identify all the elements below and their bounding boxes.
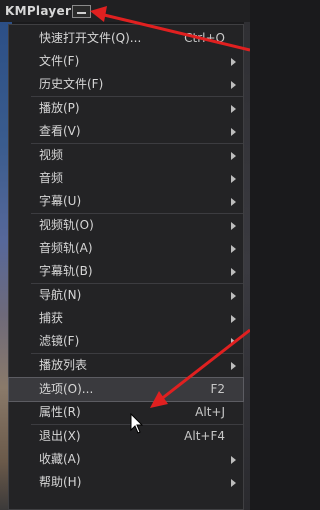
menu-item-label: 视频: [39, 148, 64, 162]
menu-item[interactable]: 视频轨(O): [9, 214, 243, 237]
submenu-arrow-icon: [231, 268, 236, 276]
menu-item-label: 播放(P): [39, 101, 80, 115]
menu-item-label: 音频: [39, 171, 64, 185]
menu-item[interactable]: 选项(O)... F2: [8, 377, 244, 402]
submenu-arrow-icon: [231, 362, 236, 370]
title-bar: KMPlayer: [0, 0, 250, 22]
menu-item-label: 音频轨(A): [39, 241, 93, 255]
video-background-right: [244, 22, 250, 510]
submenu-arrow-icon: [231, 456, 236, 464]
submenu-arrow-icon: [231, 292, 236, 300]
menu-item-label: 快速打开文件(Q)...: [39, 31, 142, 45]
menu-item[interactable]: 收藏(A): [9, 448, 243, 471]
menu-item-label: 选项(O)...: [39, 382, 94, 396]
menu-item[interactable]: 文件(F): [9, 50, 243, 73]
mouse-cursor-icon: [130, 413, 144, 434]
menu-item[interactable]: 播放(P): [9, 97, 243, 120]
menu-item-label: 收藏(A): [39, 452, 81, 466]
menu-item[interactable]: 字幕轨(B): [9, 260, 243, 283]
menu-item[interactable]: 快速打开文件(Q)... Ctrl+O: [9, 27, 243, 50]
menu-item-label: 播放列表: [39, 358, 88, 372]
menu-item-label: 捕获: [39, 311, 64, 325]
submenu-arrow-icon: [231, 245, 236, 253]
menu-item-label: 查看(V): [39, 124, 81, 138]
menu-item[interactable]: 字幕(U): [9, 190, 243, 213]
menu-item[interactable]: 滤镜(F): [9, 330, 243, 353]
menu-item[interactable]: 导航(N): [9, 284, 243, 307]
menu-item-label: 视频轨(O): [39, 218, 94, 232]
menu-item-label: 导航(N): [39, 288, 82, 302]
menu-item-label: 文件(F): [39, 54, 80, 68]
menu-button[interactable]: [72, 5, 91, 18]
menu-item[interactable]: 帮助(H): [9, 471, 243, 494]
menu-item-label: 滤镜(F): [39, 334, 80, 348]
menu-item[interactable]: 查看(V): [9, 120, 243, 143]
menu-item-label: 属性(R): [39, 405, 81, 419]
context-menu: 快速打开文件(Q)... Ctrl+O 文件(F) 历史文件(F) 播放(P) 查看(V)…: [8, 24, 244, 510]
menu-item[interactable]: 退出(X) Alt+F4: [9, 425, 243, 448]
menu-item-label: 退出(X): [39, 429, 81, 443]
submenu-arrow-icon: [231, 338, 236, 346]
submenu-arrow-icon: [231, 479, 236, 487]
menu-item[interactable]: 属性(R) Alt+J: [9, 401, 243, 424]
submenu-arrow-icon: [231, 81, 236, 89]
menu-item-shortcut: F2: [210, 382, 225, 396]
menu-item[interactable]: 视频: [9, 144, 243, 167]
submenu-arrow-icon: [231, 222, 236, 230]
menu-item[interactable]: 捕获: [9, 307, 243, 330]
submenu-arrow-icon: [231, 152, 236, 160]
submenu-arrow-icon: [231, 128, 236, 136]
menu-item-shortcut: Alt+F4: [184, 429, 225, 443]
menu-item-label: 字幕轨(B): [39, 264, 93, 278]
menu-item[interactable]: 音频轨(A): [9, 237, 243, 260]
menu-icon: [77, 12, 86, 14]
menu-item-shortcut: Alt+J: [195, 405, 225, 419]
app-title: KMPlayer: [5, 4, 72, 18]
menu-item-label: 帮助(H): [39, 475, 82, 489]
menu-item[interactable]: 播放列表: [9, 354, 243, 377]
menu-item[interactable]: 音频: [9, 167, 243, 190]
menu-item[interactable]: 历史文件(F): [9, 73, 243, 96]
submenu-arrow-icon: [231, 105, 236, 113]
submenu-arrow-icon: [231, 175, 236, 183]
menu-item-label: 历史文件(F): [39, 77, 104, 91]
menu-item-label: 字幕(U): [39, 194, 82, 208]
menu-item-shortcut: Ctrl+O: [184, 31, 225, 45]
submenu-arrow-icon: [231, 58, 236, 66]
submenu-arrow-icon: [231, 198, 236, 206]
submenu-arrow-icon: [231, 315, 236, 323]
